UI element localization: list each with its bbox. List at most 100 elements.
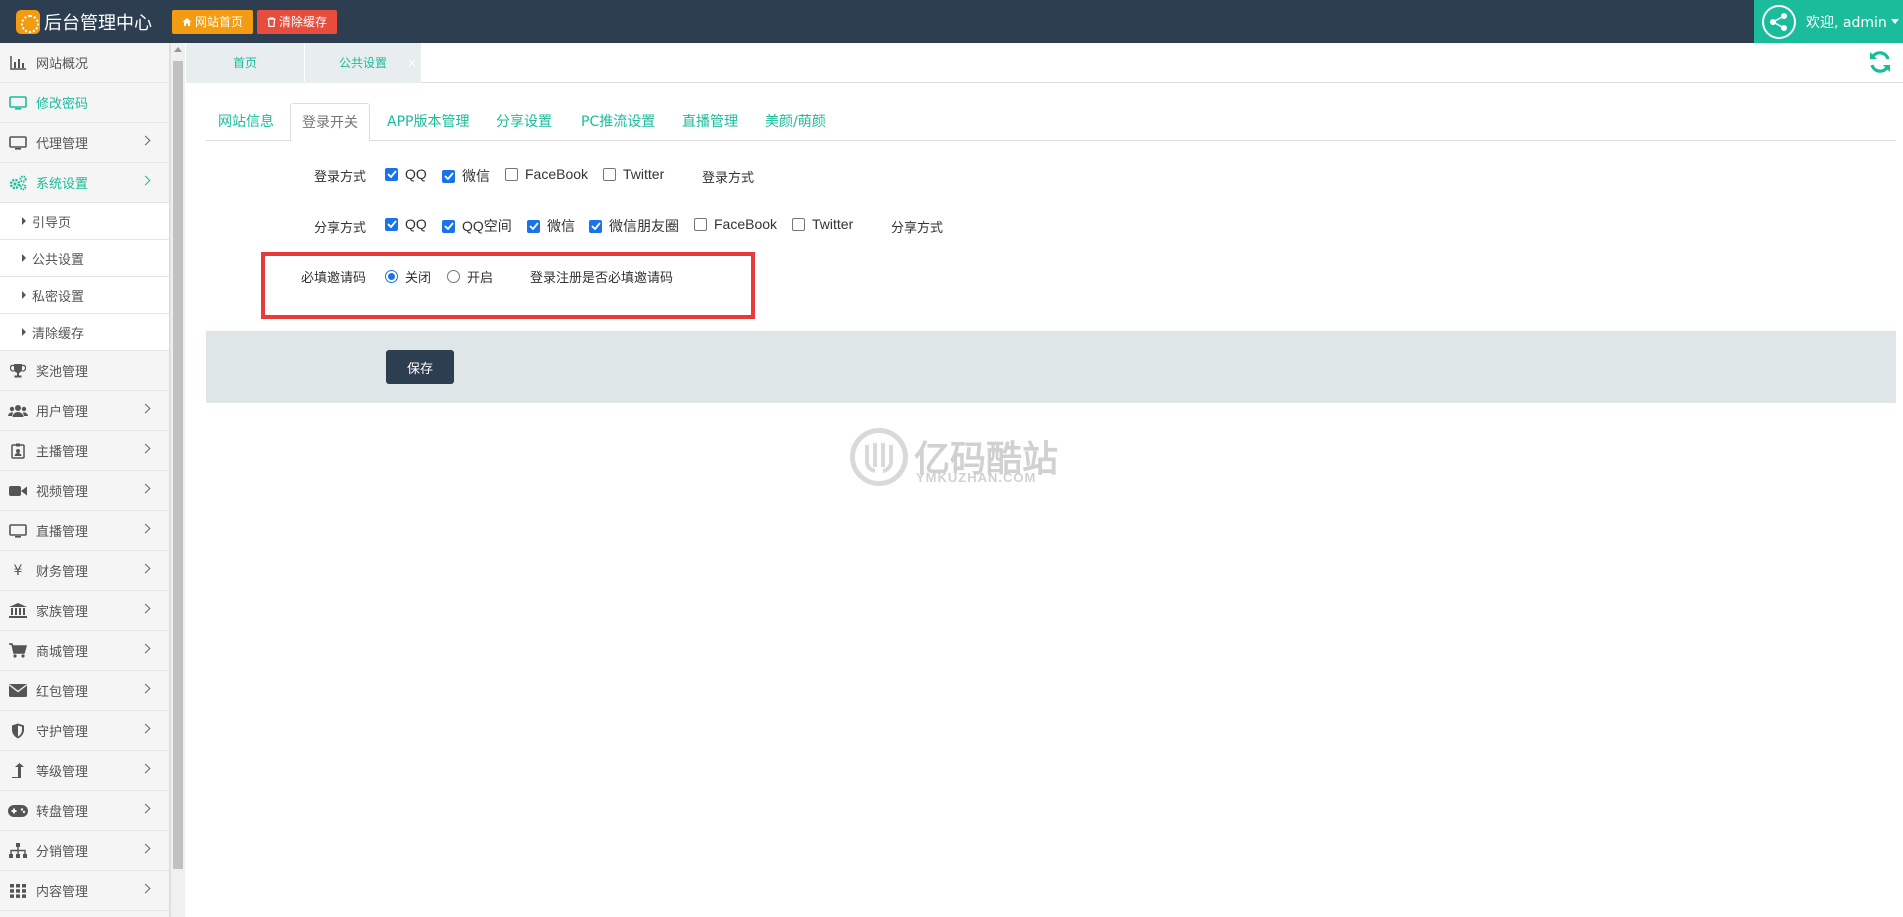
sidebar-item-levels[interactable]: 等级管理 bbox=[0, 751, 169, 791]
checkbox-unchecked[interactable] bbox=[792, 217, 805, 231]
video-icon bbox=[8, 483, 28, 499]
sidebar-item-red-packets[interactable]: 红包管理 bbox=[0, 671, 169, 711]
refresh-icon[interactable] bbox=[1867, 49, 1893, 75]
form-actions-bar: 保存 bbox=[206, 331, 1896, 403]
tab-share-settings[interactable]: 分享设置 bbox=[496, 103, 552, 141]
chevron-right-icon bbox=[140, 563, 151, 574]
tab-beauty[interactable]: 美颜/萌颜 bbox=[765, 103, 826, 141]
share-option-facebook[interactable]: FaceBook bbox=[694, 216, 777, 232]
sidebar-item-family[interactable]: 家族管理 bbox=[0, 591, 169, 631]
bar-chart-icon bbox=[8, 55, 28, 71]
top-header: 后台管理中心 网站首页 清除缓存 欢迎, admin bbox=[0, 0, 1903, 43]
sidebar-item-mall[interactable]: 商城管理 bbox=[0, 631, 169, 671]
checkbox-unchecked[interactable] bbox=[694, 217, 707, 231]
tab-live-management[interactable]: 直播管理 bbox=[682, 103, 738, 141]
share-method-label: 分享方式 bbox=[313, 220, 366, 235]
level-up-icon bbox=[8, 762, 28, 779]
shield-icon bbox=[8, 723, 28, 739]
sidebar-item-overview[interactable]: 网站概况 bbox=[0, 43, 169, 83]
watermark: 亿码酷站 YMKUZHAN.COM bbox=[850, 428, 1060, 488]
highlight-annotation-box bbox=[261, 252, 755, 319]
sidebar-item-videos[interactable]: 视频管理 bbox=[0, 471, 169, 511]
sidebar-item-turntable[interactable]: 转盘管理 bbox=[0, 791, 169, 831]
chevron-right-icon bbox=[140, 883, 151, 894]
chevron-right-icon bbox=[140, 403, 151, 414]
monitor-icon bbox=[8, 95, 28, 111]
gamepad-icon bbox=[8, 803, 28, 819]
login-option-twitter[interactable]: Twitter bbox=[603, 166, 664, 182]
sidebar-item-content[interactable]: 内容管理 bbox=[0, 871, 169, 911]
clear-cache-button[interactable]: 清除缓存 bbox=[257, 9, 338, 34]
chevron-right-icon bbox=[140, 763, 151, 774]
checkbox-checked[interactable] bbox=[527, 219, 540, 233]
share-option-wechat[interactable]: 微信 bbox=[527, 216, 575, 236]
caret-right-icon bbox=[22, 254, 26, 262]
monitor-icon bbox=[8, 523, 28, 539]
settings-tabs: 网站信息 登录开关 APP版本管理 分享设置 PC推流设置 直播管理 美颜/萌颜 bbox=[206, 103, 1896, 142]
sidebar-item-agent[interactable]: 代理管理 bbox=[0, 123, 169, 163]
scrollbar-thumb[interactable] bbox=[173, 61, 183, 869]
sidebar-item-jackpot[interactable]: 奖池管理 bbox=[0, 351, 169, 391]
sidebar-subitem-private-settings[interactable]: 私密设置 bbox=[0, 277, 169, 314]
badge-icon bbox=[8, 443, 28, 459]
checkbox-checked[interactable] bbox=[442, 169, 455, 183]
app-title: 后台管理中心 bbox=[44, 12, 152, 34]
trash-icon bbox=[267, 16, 276, 27]
welcome-text: 欢迎, admin bbox=[1806, 14, 1887, 31]
chevron-right-icon bbox=[140, 843, 151, 854]
chevron-right-icon bbox=[140, 443, 151, 454]
save-button[interactable]: 保存 bbox=[386, 350, 454, 384]
sidebar-item-change-password[interactable]: 修改密码 bbox=[0, 83, 169, 123]
login-option-wechat[interactable]: 微信 bbox=[442, 166, 490, 186]
caret-right-icon bbox=[22, 291, 26, 299]
checkbox-checked[interactable] bbox=[385, 217, 398, 231]
sidebar-item-distribution[interactable]: 分销管理 bbox=[0, 831, 169, 871]
tab-app-version[interactable]: APP版本管理 bbox=[387, 103, 469, 141]
user-menu[interactable]: 欢迎, admin bbox=[1754, 0, 1903, 43]
share-option-qq[interactable]: QQ bbox=[385, 216, 427, 232]
checkbox-unchecked[interactable] bbox=[603, 167, 616, 181]
share-option-twitter[interactable]: Twitter bbox=[792, 216, 853, 232]
sidebar-item-guard[interactable]: 守护管理 bbox=[0, 711, 169, 751]
sidebar-subitem-guide[interactable]: 引导页 bbox=[0, 203, 169, 240]
page-tab-public-settings[interactable]: 公共设置 × bbox=[305, 43, 421, 83]
checkbox-checked[interactable] bbox=[385, 167, 398, 181]
tab-login-switch[interactable]: 登录开关 bbox=[290, 103, 370, 142]
sidebar-item-system-settings[interactable]: 系统设置 bbox=[0, 163, 169, 203]
chevron-right-icon bbox=[140, 175, 151, 186]
sidebar-item-anchors[interactable]: 主播管理 bbox=[0, 431, 169, 471]
sidebar-scrollbar[interactable] bbox=[170, 43, 185, 917]
website-home-button[interactable]: 网站首页 bbox=[172, 9, 254, 34]
monitor-icon bbox=[8, 135, 28, 151]
checkbox-unchecked[interactable] bbox=[505, 167, 518, 181]
watermark-logo-icon bbox=[850, 428, 908, 486]
home-icon bbox=[182, 17, 192, 26]
close-tab-icon[interactable]: × bbox=[407, 43, 417, 83]
brand[interactable]: 后台管理中心 bbox=[0, 0, 152, 43]
tab-pc-stream[interactable]: PC推流设置 bbox=[581, 103, 655, 141]
sidebar: 网站概况 修改密码 代理管理 系统设置 引导页 公共设置 私密设置 清除缓存 奖… bbox=[0, 43, 170, 917]
sidebar-item-users[interactable]: 用户管理 bbox=[0, 391, 169, 431]
cart-icon bbox=[8, 643, 28, 659]
sidebar-subitem-clear-cache[interactable]: 清除缓存 bbox=[0, 314, 169, 351]
caret-right-icon bbox=[22, 328, 26, 336]
share-option-wechat-moments[interactable]: 微信朋友圈 bbox=[589, 216, 679, 236]
chevron-right-icon bbox=[140, 643, 151, 654]
checkbox-checked[interactable] bbox=[442, 219, 455, 233]
caret-right-icon bbox=[22, 217, 26, 225]
login-option-qq[interactable]: QQ bbox=[385, 166, 427, 182]
yen-icon: ¥ bbox=[13, 562, 23, 579]
share-option-qzone[interactable]: QQ空间 bbox=[442, 216, 512, 236]
gears-icon bbox=[8, 174, 28, 191]
bank-icon bbox=[8, 603, 28, 619]
scroll-up-arrow-icon[interactable] bbox=[174, 47, 182, 52]
chevron-right-icon bbox=[140, 603, 151, 614]
sidebar-item-finance[interactable]: ¥ 财务管理 bbox=[0, 551, 169, 591]
checkbox-checked[interactable] bbox=[589, 219, 602, 233]
login-option-facebook[interactable]: FaceBook bbox=[505, 166, 588, 182]
sidebar-item-live[interactable]: 直播管理 bbox=[0, 511, 169, 551]
page-tab-home[interactable]: 首页 bbox=[186, 43, 304, 83]
chevron-right-icon bbox=[140, 723, 151, 734]
tab-site-info[interactable]: 网站信息 bbox=[218, 103, 274, 141]
sidebar-subitem-public-settings[interactable]: 公共设置 bbox=[0, 240, 169, 277]
